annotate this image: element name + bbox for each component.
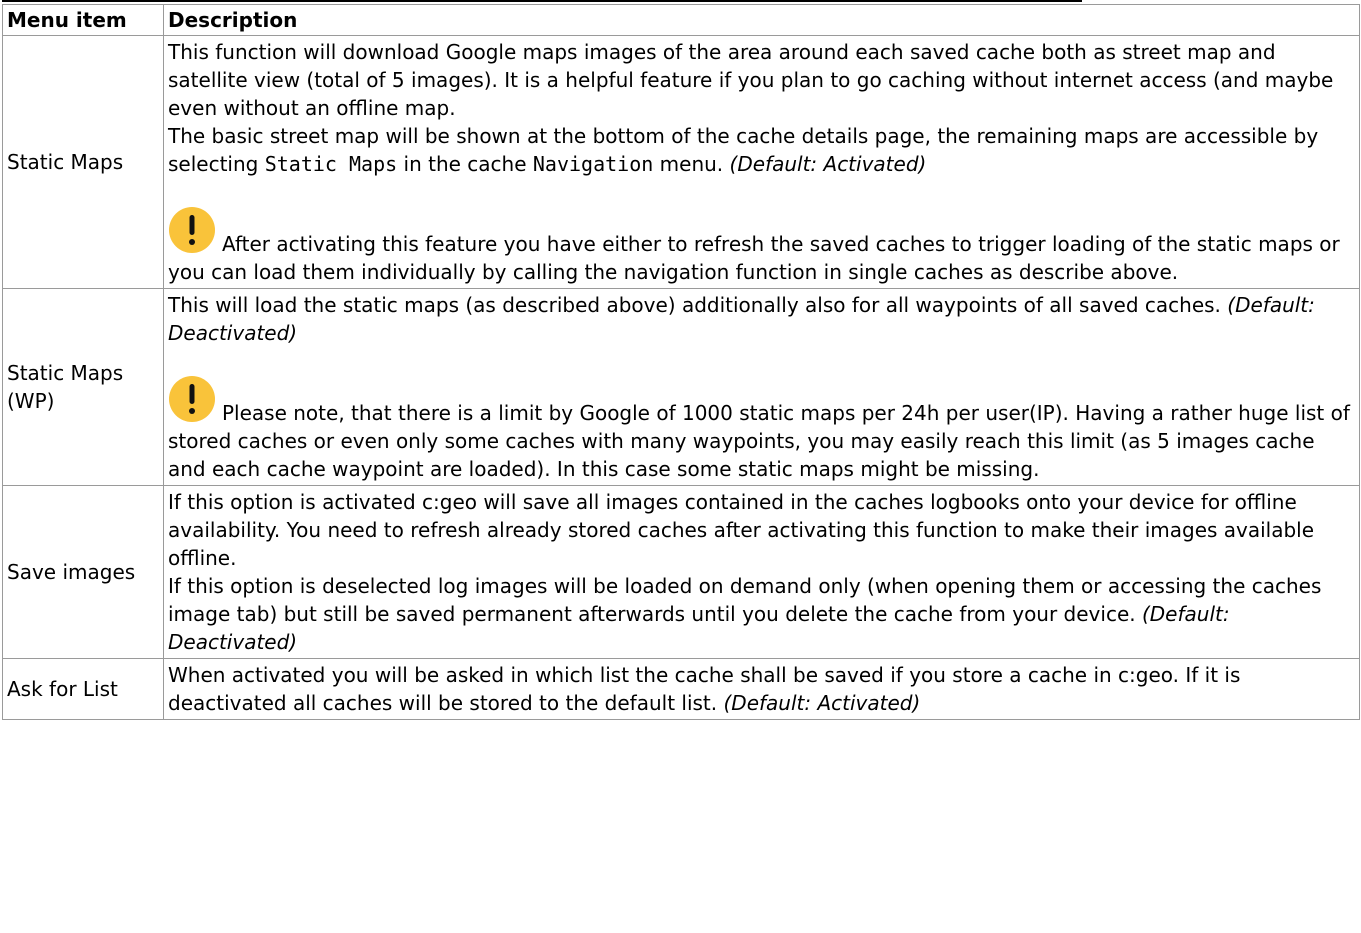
row-item-static-maps-wp: Static Maps (WP) bbox=[2, 288, 164, 486]
table-row: Static Maps This function will download … bbox=[2, 35, 1360, 289]
row-description: If this option is activated c:geo will s… bbox=[163, 485, 1360, 659]
menu-reference-navigation: Navigation bbox=[532, 152, 654, 176]
header-menu-item: Menu item bbox=[2, 4, 164, 36]
row-item-ask-for-list: Ask for List bbox=[2, 658, 164, 720]
row-description: When activated you will be asked in whic… bbox=[163, 658, 1360, 720]
table-row: Ask for List When activated you will be … bbox=[2, 658, 1360, 720]
row-item-save-images: Save images bbox=[2, 485, 164, 659]
notice: After activating this feature you have e… bbox=[168, 206, 1357, 286]
row-description: This will load the static maps (as descr… bbox=[163, 288, 1360, 486]
text-segment: menu. bbox=[653, 152, 730, 176]
text-segment: in the cache bbox=[397, 152, 533, 176]
text-segment: This will load the static maps (as descr… bbox=[168, 293, 1228, 317]
description-paragraph: The basic street map will be shown at th… bbox=[168, 122, 1357, 178]
text-segment: When activated you will be asked in whic… bbox=[168, 663, 1241, 715]
row-item-static-maps: Static Maps bbox=[2, 35, 164, 289]
table-header-row: Menu item Description bbox=[2, 4, 1360, 36]
notice: Please note, that there is a limit by Go… bbox=[168, 375, 1357, 483]
settings-table: Menu item Description Static Maps This f… bbox=[2, 4, 1360, 720]
description-paragraph: When activated you will be asked in whic… bbox=[168, 661, 1357, 717]
exclamation-circle-icon bbox=[168, 206, 216, 254]
default-value: (Default: Activated) bbox=[729, 152, 927, 176]
exclamation-circle-icon bbox=[168, 375, 216, 423]
header-description: Description bbox=[163, 4, 1360, 36]
description-paragraph: If this option is deselected log images … bbox=[168, 572, 1357, 656]
description-paragraph: This function will download Google maps … bbox=[168, 40, 1334, 120]
row-description: This function will download Google maps … bbox=[163, 35, 1360, 289]
table-row: Static Maps (WP) This will load the stat… bbox=[2, 288, 1360, 486]
notice-text: Please note, that there is a limit by Go… bbox=[168, 401, 1350, 481]
top-rule bbox=[2, 0, 1082, 2]
description-paragraph: If this option is activated c:geo will s… bbox=[168, 490, 1315, 570]
menu-reference-static-maps: Static Maps bbox=[264, 152, 398, 176]
notice-text: After activating this feature you have e… bbox=[168, 232, 1340, 284]
default-value: (Default: Activated) bbox=[723, 691, 921, 715]
table-row: Save images If this option is activated … bbox=[2, 485, 1360, 659]
description-paragraph: This will load the static maps (as descr… bbox=[168, 291, 1357, 347]
